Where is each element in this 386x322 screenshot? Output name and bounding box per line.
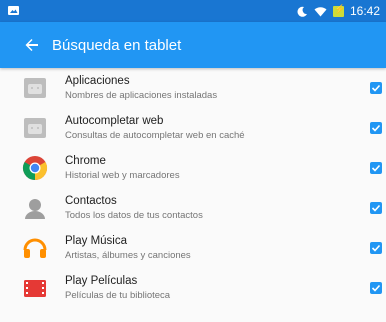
list-item-contactos[interactable]: Contactos Todos los datos de tus contact… xyxy=(0,188,386,228)
page-title: Búsqueda en tablet xyxy=(52,37,182,54)
item-description: Historial web y marcadores xyxy=(65,170,180,181)
generic-android-app-icon xyxy=(24,78,46,98)
generic-android-app-icon xyxy=(24,118,46,138)
checkmark-icon xyxy=(371,84,381,92)
checkbox-chrome[interactable] xyxy=(370,162,382,174)
battery-charging-icon xyxy=(332,4,345,17)
checkmark-icon xyxy=(371,204,381,212)
notification-image-icon xyxy=(8,6,19,15)
checkmark-icon xyxy=(371,124,381,132)
list-item-aplicaciones[interactable]: Aplicaciones Nombres de aplicaciones ins… xyxy=(0,68,386,108)
chrome-icon xyxy=(22,156,48,180)
item-title: Contactos xyxy=(65,195,117,207)
item-title: Chrome xyxy=(65,155,106,167)
checkbox-contactos[interactable] xyxy=(370,202,382,214)
item-title: Play Música xyxy=(65,235,127,247)
checkmark-icon xyxy=(371,244,381,252)
list-item-chrome[interactable]: Chrome Historial web y marcadores xyxy=(0,148,386,188)
arrow-back-icon[interactable] xyxy=(22,35,42,55)
contacts-icon xyxy=(25,199,45,219)
item-description: Consultas de autocompletar web en caché xyxy=(65,130,245,141)
wifi-icon xyxy=(314,6,327,16)
item-title: Aplicaciones xyxy=(65,75,130,87)
play-movies-icon xyxy=(24,280,46,297)
checkbox-play-musica[interactable] xyxy=(370,242,382,254)
list-item-play-musica[interactable]: Play Música Artistas, álbumes y cancione… xyxy=(0,228,386,268)
item-description: Todos los datos de tus contactos xyxy=(65,210,203,221)
status-bar: 16:42 xyxy=(0,0,386,22)
checkbox-play-peliculas[interactable] xyxy=(370,282,382,294)
search-sources-list: Aplicaciones Nombres de aplicaciones ins… xyxy=(0,68,386,308)
checkbox-aplicaciones[interactable] xyxy=(370,82,382,94)
checkmark-icon xyxy=(371,164,381,172)
play-music-icon xyxy=(23,238,47,258)
item-title: Autocompletar web xyxy=(65,115,164,127)
checkbox-autocompletar-web[interactable] xyxy=(370,122,382,134)
item-description: Artistas, álbumes y canciones xyxy=(65,250,191,261)
item-description: Nombres de aplicaciones instaladas xyxy=(65,90,218,101)
list-item-play-peliculas[interactable]: Play Películas Películas de tu bibliotec… xyxy=(0,268,386,308)
moon-icon xyxy=(297,6,307,17)
item-description: Películas de tu biblioteca xyxy=(65,290,171,301)
checkmark-icon xyxy=(371,284,381,292)
app-bar: Búsqueda en tablet xyxy=(0,22,386,68)
status-time: 16:42 xyxy=(349,4,380,18)
list-item-autocompletar-web[interactable]: Autocompletar web Consultas de autocompl… xyxy=(0,108,386,148)
item-title: Play Películas xyxy=(65,275,138,287)
